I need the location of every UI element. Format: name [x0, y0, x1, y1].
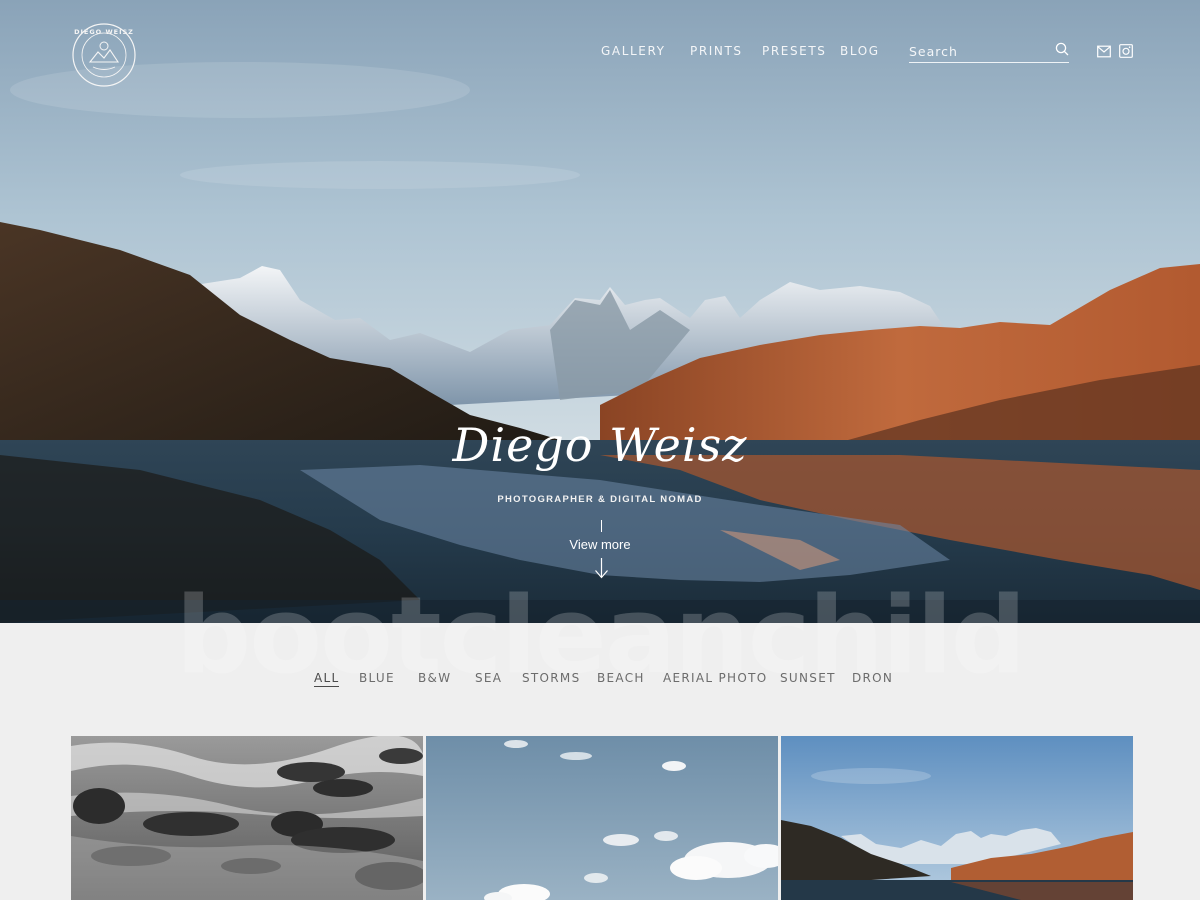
view-more-link[interactable]: View more [0, 537, 1200, 552]
hero-landscape-image [0, 0, 1200, 623]
hero-title: Diego Weisz [452, 418, 748, 472]
mountain-lake-photo [781, 736, 1133, 900]
arrow-down-icon[interactable] [594, 557, 609, 579]
divider-line [601, 520, 602, 532]
gallery-item[interactable] [71, 736, 423, 900]
filter-sea[interactable]: SEA [475, 671, 502, 685]
filter-storms[interactable]: STORMS [522, 671, 581, 685]
filter-beach[interactable]: BEACH [597, 671, 645, 685]
gallery-item[interactable] [426, 736, 778, 900]
nav-item-blog[interactable]: BLOG [840, 44, 880, 58]
nav-item-gallery[interactable]: GALLERY [601, 44, 666, 58]
rocky-shore-photo [71, 736, 423, 900]
filter-bw[interactable]: B&W [418, 671, 451, 685]
search-box [909, 41, 1069, 63]
search-input[interactable] [909, 41, 1049, 61]
logo-text: DIEGO WEISZ [74, 28, 134, 36]
filter-sunset[interactable]: SUNSET [780, 671, 836, 685]
nav-item-presets[interactable]: PRESETS [762, 44, 827, 58]
filter-blue[interactable]: BLUE [359, 671, 395, 685]
filter-all[interactable]: ALL [314, 671, 340, 687]
filter-dron[interactable]: DRON [852, 671, 893, 685]
filter-aerial-photo[interactable]: AERIAL PHOTO [663, 671, 767, 685]
hero-banner: DIEGO WEISZ GALLERY PRINTS PRESETS BLOG … [0, 0, 1200, 623]
search-icon[interactable] [1055, 42, 1069, 56]
hero-subtitle: PHOTOGRAPHER & DIGITAL NOMAD [497, 494, 703, 505]
mail-icon[interactable] [1097, 45, 1111, 58]
nav-item-prints[interactable]: PRINTS [690, 44, 743, 58]
gallery-item[interactable] [781, 736, 1133, 900]
cloudy-sky-photo [426, 736, 778, 900]
instagram-icon[interactable] [1119, 44, 1133, 58]
